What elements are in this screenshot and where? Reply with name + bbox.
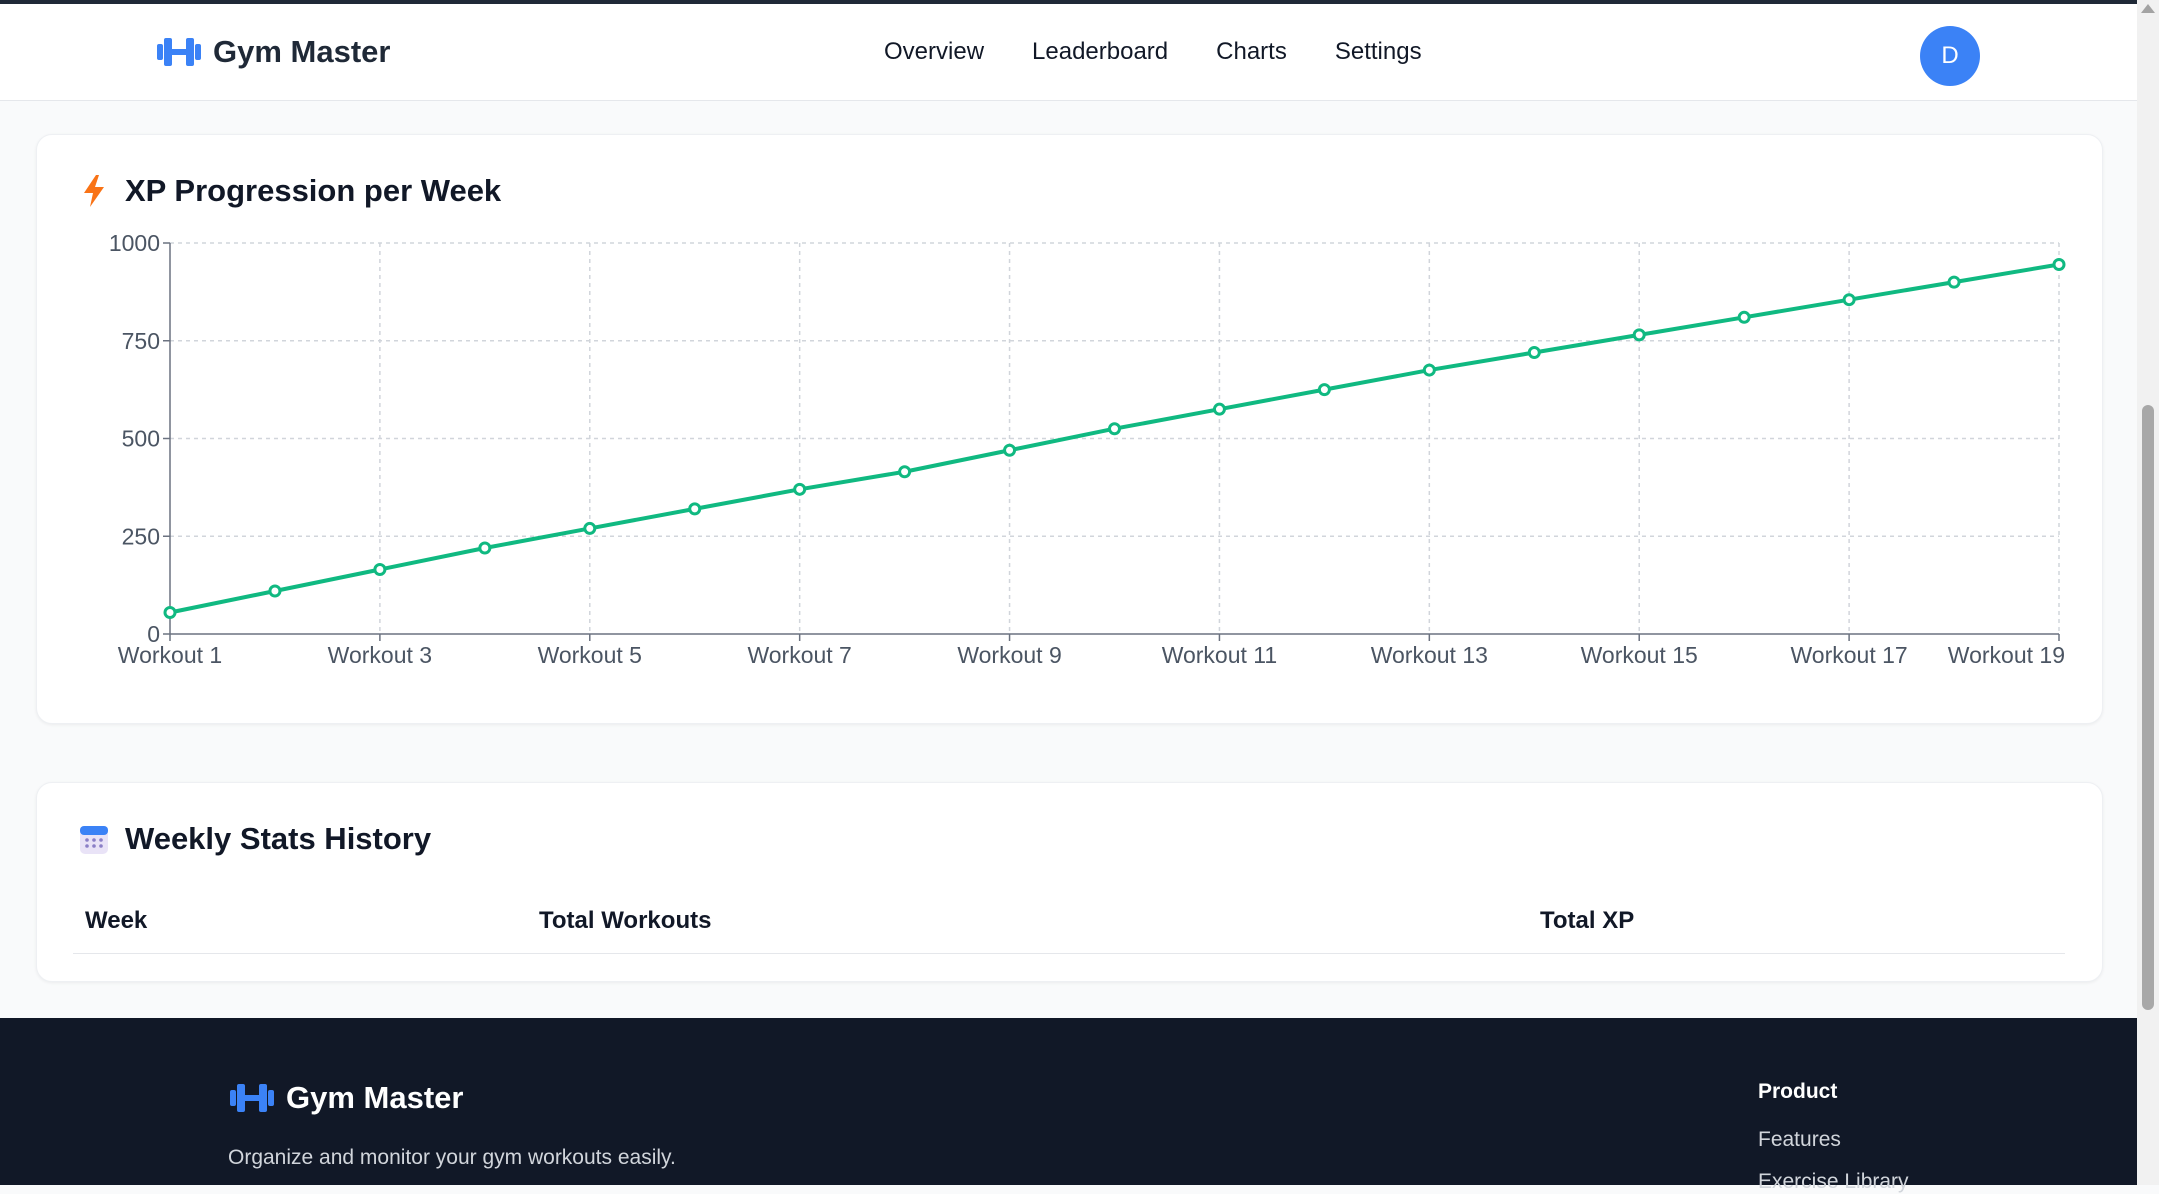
nav-settings[interactable]: Settings bbox=[1335, 38, 1422, 66]
data-point bbox=[2052, 258, 2066, 272]
data-point bbox=[1003, 443, 1017, 457]
x-tick-label: Workout 13 bbox=[1371, 642, 1488, 668]
x-tick-label: Workout 19 bbox=[1948, 642, 2065, 668]
nav-links: Overview Leaderboard Charts Settings bbox=[884, 38, 1470, 66]
footer-link-features[interactable]: Features bbox=[1758, 1128, 1841, 1152]
data-point bbox=[1422, 363, 1436, 377]
data-point bbox=[793, 482, 807, 496]
x-tick-label: Workout 1 bbox=[118, 642, 222, 668]
data-point bbox=[478, 541, 492, 555]
dumbbell-icon bbox=[157, 38, 201, 66]
footer-brand-name: Gym Master bbox=[286, 1080, 464, 1115]
x-tick-label: Workout 3 bbox=[328, 642, 432, 668]
navbar: Gym Master Overview Leaderboard Charts S… bbox=[0, 4, 2137, 101]
data-point bbox=[1947, 275, 1961, 289]
data-point bbox=[1108, 422, 1121, 436]
x-tick-label: Workout 9 bbox=[957, 642, 1061, 668]
x-tick-label: Workout 15 bbox=[1581, 642, 1698, 668]
scroll-up-arrow-icon[interactable] bbox=[2141, 4, 2155, 13]
weekly-stats-table: Week Total Workouts Total XP bbox=[73, 897, 2065, 954]
brand-name: Gym Master bbox=[213, 34, 391, 69]
data-point bbox=[898, 465, 912, 479]
footer-brand[interactable]: Gym Master bbox=[228, 1080, 463, 1116]
data-point bbox=[1527, 345, 1541, 359]
x-tick-label: Workout 11 bbox=[1162, 642, 1277, 668]
x-tick-label: Workout 7 bbox=[747, 642, 851, 668]
weekly-card-title: Weekly Stats History bbox=[125, 821, 432, 856]
data-point bbox=[688, 502, 702, 516]
data-point bbox=[1317, 383, 1331, 397]
x-tick-label: Workout 17 bbox=[1791, 642, 1908, 668]
y-tick-label: 250 bbox=[122, 523, 160, 549]
data-point bbox=[1842, 293, 1856, 307]
scroll-thumb[interactable] bbox=[2142, 405, 2154, 1010]
xp-line-chart: 02505007501000Workout 1 Workout 3 Workout … bbox=[109, 230, 2066, 668]
y-tick-label: 750 bbox=[122, 328, 160, 354]
footer-product-heading: Product bbox=[1758, 1080, 1838, 1103]
footer-tagline: Organize and monitor your gym workouts e… bbox=[228, 1146, 676, 1169]
column-total-workouts[interactable]: Total Workouts bbox=[527, 897, 1528, 954]
data-point bbox=[1737, 310, 1751, 324]
data-point bbox=[373, 562, 387, 576]
data-point bbox=[1212, 402, 1226, 416]
data-point bbox=[163, 605, 177, 619]
dumbbell-icon bbox=[230, 1084, 274, 1112]
xp-progression-card: XP Progression per Week 0 250 500 750 1000 Wo… bbox=[36, 134, 2103, 724]
weekly-card-header: Weekly Stats History bbox=[79, 821, 431, 857]
nav-charts[interactable]: Charts bbox=[1216, 38, 1287, 66]
brand[interactable]: Gym Master bbox=[155, 34, 390, 70]
page-scrollbar[interactable] bbox=[2137, 0, 2159, 1185]
data-point bbox=[1632, 328, 1646, 342]
x-tick-label: Workout 5 bbox=[538, 642, 642, 668]
column-week[interactable]: Week bbox=[73, 897, 527, 954]
table-header-row: Week Total Workouts Total XP bbox=[73, 897, 2065, 954]
weekly-stats-card: Weekly Stats History Week Total Workouts… bbox=[36, 782, 2103, 982]
calendar-icon bbox=[80, 826, 108, 854]
y-tick-label: 1000 bbox=[109, 230, 160, 256]
y-tick-label: 500 bbox=[122, 426, 160, 452]
column-total-xp[interactable]: Total XP bbox=[1528, 897, 2065, 954]
nav-overview[interactable]: Overview bbox=[884, 38, 984, 66]
data-point bbox=[268, 584, 282, 598]
data-point bbox=[583, 521, 597, 535]
footer: Gym Master Organize and monitor your gym… bbox=[0, 1018, 2137, 1193]
nav-leaderboard[interactable]: Leaderboard bbox=[1032, 38, 1168, 66]
user-avatar[interactable]: D bbox=[1920, 26, 1980, 86]
footer-link-exercise-library[interactable]: Exercise Library bbox=[1758, 1170, 1909, 1194]
